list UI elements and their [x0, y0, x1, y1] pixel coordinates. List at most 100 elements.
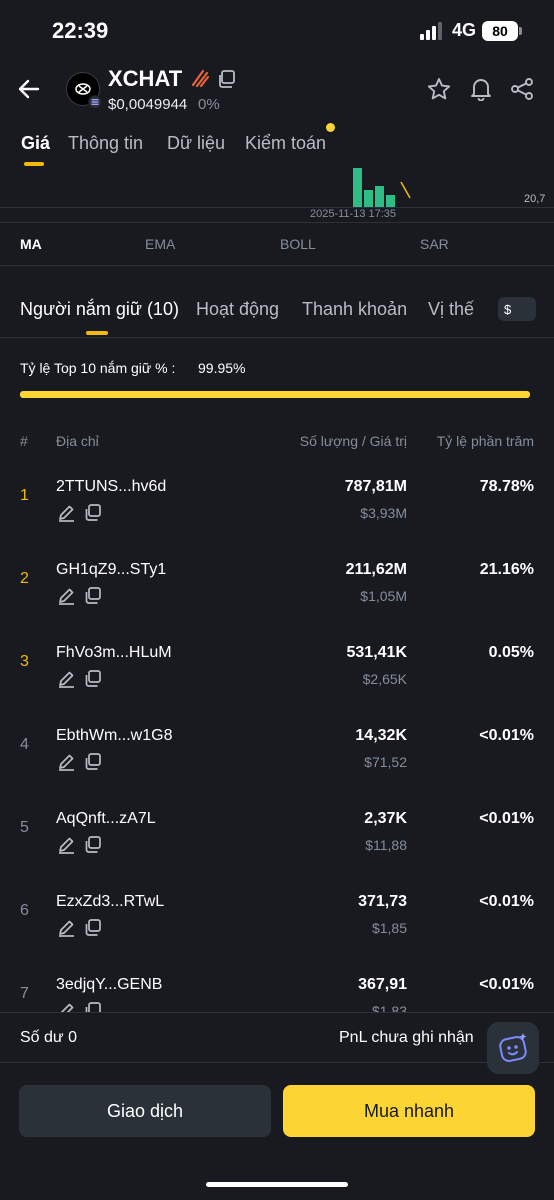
top10-value: 99.95%: [198, 360, 246, 376]
indicator-ema[interactable]: EMA: [145, 236, 175, 252]
edit-icon[interactable]: [57, 918, 76, 937]
subtab-liquidity[interactable]: Thanh khoản: [302, 299, 407, 320]
holder-rank: 1: [20, 487, 29, 504]
chart-baseline: [0, 207, 554, 208]
holder-percent: 78.78%: [479, 478, 534, 495]
edit-icon[interactable]: [57, 752, 76, 771]
table-row[interactable]: 2 GH1qZ9...STy1 211,62M $1,05M 21.16%: [0, 548, 554, 631]
chart-y-label: 20,7: [524, 193, 546, 205]
copy-icon[interactable]: [83, 835, 102, 854]
holder-amount: 367,91: [358, 976, 407, 993]
star-icon[interactable]: [426, 76, 452, 102]
edit-icon[interactable]: [57, 503, 76, 522]
token-name: XCHAT: [108, 66, 183, 91]
holder-percent: <0.01%: [479, 893, 534, 910]
solana-chain-icon: [88, 95, 102, 109]
volume-bar: [364, 190, 373, 208]
holder-rank: 4: [20, 736, 29, 753]
home-indicator: [206, 1182, 348, 1187]
currency-toggle-button[interactable]: $: [498, 297, 536, 321]
holder-percent: <0.01%: [479, 727, 534, 744]
tab-info[interactable]: Thông tin: [68, 133, 143, 154]
signal-icon: [420, 22, 442, 40]
notification-dot: [326, 123, 335, 132]
edit-icon[interactable]: [57, 586, 76, 605]
column-header-address: Địa chỉ: [56, 433, 99, 449]
volume-chart[interactable]: [0, 166, 554, 222]
top10-progress-bar: [20, 391, 530, 398]
table-row[interactable]: 1 2TTUNS...hv6d 787,81M $3,93M 78.78%: [0, 465, 554, 548]
quick-buy-button[interactable]: Mua nhanh: [283, 1085, 535, 1137]
holder-address[interactable]: AqQnft...zA7L: [56, 810, 156, 828]
holder-value: $1,05M: [360, 588, 407, 604]
edit-icon[interactable]: [57, 669, 76, 688]
back-arrow-icon[interactable]: [16, 76, 42, 102]
tab-price[interactable]: Giá: [21, 133, 50, 154]
holder-rank: 3: [20, 653, 29, 670]
holder-amount: 371,73: [358, 893, 407, 910]
share-icon[interactable]: [509, 76, 535, 102]
indicator-ma[interactable]: MA: [20, 236, 42, 252]
subtab-holders[interactable]: Người nắm giữ (10): [20, 299, 179, 320]
holder-address[interactable]: GH1qZ9...STy1: [56, 561, 166, 579]
copy-icon[interactable]: [83, 503, 102, 522]
edit-icon[interactable]: [57, 835, 76, 854]
status-time: 22:39: [52, 18, 109, 43]
tab-data[interactable]: Dữ liệu: [167, 133, 225, 154]
divider: [0, 222, 554, 223]
ai-assistant-icon: [499, 1033, 527, 1062]
table-row[interactable]: 5 AqQnft...zA7L 2,37K $11,88 <0.01%: [0, 797, 554, 880]
holder-value: $11,88: [365, 837, 407, 853]
copy-icon[interactable]: [83, 586, 102, 605]
holder-address[interactable]: FhVo3m...HLuM: [56, 644, 172, 662]
copy-icon[interactable]: [216, 69, 236, 89]
balance-label: Số dư 0: [20, 1029, 77, 1046]
copy-icon[interactable]: [83, 918, 102, 937]
holder-rank: 6: [20, 902, 29, 919]
holder-rank: 7: [20, 985, 29, 1002]
holder-address[interactable]: EzxZd3...RTwL: [56, 893, 164, 911]
subtab-active-indicator: [86, 331, 108, 335]
holder-address[interactable]: EbthWm...w1G8: [56, 727, 172, 745]
holder-value: $71,52: [364, 754, 407, 770]
table-row[interactable]: 3 FhVo3m...HLuM 531,41K $2,65K 0.05%: [0, 631, 554, 714]
divider: [0, 337, 554, 338]
copy-icon[interactable]: [83, 669, 102, 688]
indicator-sar[interactable]: SAR: [420, 236, 449, 252]
table-row[interactable]: 4 EbthWm...w1G8 14,32K $71,52 <0.01%: [0, 714, 554, 797]
network-type: 4G: [452, 20, 477, 40]
subtab-activity[interactable]: Hoạt động: [196, 299, 279, 320]
holder-percent: <0.01%: [479, 976, 534, 993]
column-header-rank: #: [20, 433, 28, 449]
holder-rank: 2: [20, 570, 29, 587]
bell-icon[interactable]: [468, 75, 494, 101]
indicator-boll[interactable]: BOLL: [280, 236, 316, 252]
copy-icon[interactable]: [83, 752, 102, 771]
ai-assistant-button[interactable]: [487, 1022, 539, 1074]
holder-value: $2,65K: [362, 671, 407, 687]
holder-amount: 14,32K: [355, 727, 407, 744]
holder-amount: 2,37K: [364, 810, 407, 827]
subtab-positions[interactable]: Vị thế: [428, 299, 474, 320]
holder-address[interactable]: 3edjqY...GENB: [56, 976, 162, 994]
holder-amount: 211,62M: [345, 561, 407, 578]
battery-tip: [519, 27, 522, 35]
column-header-percent[interactable]: Tỷ lệ phần trăm: [437, 433, 534, 449]
price-change: 0%: [198, 96, 220, 113]
trade-button[interactable]: Giao dịch: [19, 1085, 271, 1137]
holder-percent: 0.05%: [488, 644, 534, 661]
column-header-amount-value[interactable]: Số lượng / Giá trị: [300, 433, 407, 449]
volume-bar: [375, 186, 384, 208]
chart-date-label: 2025-11-13 17:35: [310, 208, 397, 220]
unrealized-pnl-label: PnL chưa ghi nhận: [339, 1029, 474, 1046]
holder-value: $3,93M: [360, 505, 407, 521]
holder-amount: 787,81M: [344, 478, 407, 495]
battery-icon: 80: [482, 21, 518, 41]
tab-audit[interactable]: Kiểm toán: [245, 133, 326, 154]
holder-percent: 21.16%: [479, 561, 534, 578]
divider: [0, 265, 554, 266]
holder-rank: 5: [20, 819, 29, 836]
table-row[interactable]: 6 EzxZd3...RTwL 371,73 $1,85 <0.01%: [0, 880, 554, 963]
holder-percent: <0.01%: [479, 810, 534, 827]
holder-address[interactable]: 2TTUNS...hv6d: [56, 478, 166, 496]
